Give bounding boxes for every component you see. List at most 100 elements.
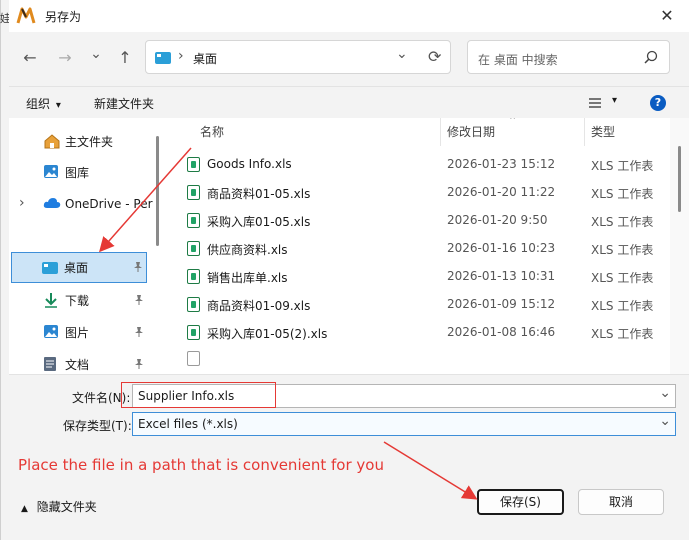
file-name: 采购入库01-05.xls [207,215,311,229]
sidebar-item-downloads[interactable]: 下载 [9,285,159,315]
file-date: 2026-01-09 15:12 [447,297,556,311]
view-menu-icon[interactable] [589,97,601,111]
table-row[interactable]: Goods Info.xls 2026-01-23 15:12 XLS 工作表 [164,150,670,178]
hide-folders-label: 隐藏文件夹 [36,500,97,514]
address-dropdown-icon[interactable]: ⌄ [396,46,408,62]
table-row[interactable]: 采购入库01-05.xls 2026-01-20 9:50 XLS 工作表 [164,206,670,234]
annotation-text: Place the file in a path that is conveni… [18,456,384,474]
excel-file-icon [187,213,200,228]
sidebar-item-label: 图片 [65,325,90,340]
refresh-icon[interactable]: ⟳ [428,47,441,66]
excel-file-icon [187,297,200,312]
documents-icon [43,356,61,372]
sidebar-item-documents[interactable]: 文档 [9,349,159,374]
file-date: 2026-01-08 16:46 [447,325,556,339]
column-divider [440,118,441,146]
file-date: 2026-01-13 10:31 [447,269,556,283]
file-type: XLS 工作表 [591,215,654,229]
new-folder-button[interactable]: 新建文件夹 [94,95,154,112]
sidebar-item-label: OneDrive - Per [65,197,153,211]
search-input[interactable]: 在 桌面 中搜索 [478,51,558,68]
table-row[interactable]: 销售出库单.xls 2026-01-13 10:31 XLS 工作表 [164,262,670,290]
organize-label: 组织 [26,97,51,111]
search-icon[interactable] [644,50,658,67]
gallery-icon [43,164,61,180]
sidebar-item-gallery[interactable]: 图库 [9,157,159,187]
filetype-value: Excel files (*.xls) [138,417,238,431]
breadcrumb-current[interactable]: 桌面 [193,50,217,67]
navigation-pane: 主文件夹 图库 › OneDrive - Per 桌面 下载 图片 文档 [9,118,164,374]
file-type: XLS 工作表 [591,299,654,313]
sidebar-item-home[interactable]: 主文件夹 [9,126,159,156]
sidebar-item-label: 主文件夹 [65,134,114,149]
address-bar[interactable]: › 桌面 ⌄ ⟳ [145,40,451,74]
file-icon [187,351,200,366]
filetype-label: 保存类型(T): [63,419,132,433]
file-name: 商品资料01-09.xls [207,299,311,313]
file-type: XLS 工作表 [591,243,654,257]
excel-file-icon [187,185,200,200]
sidebar-scrollbar[interactable] [156,136,159,246]
recent-locations-dropdown-icon[interactable]: ⌄ [84,42,108,66]
column-header-date[interactable]: 修改日期 [447,118,495,146]
expand-chevron-icon[interactable]: › [19,195,25,211]
filetype-select[interactable]: Excel files (*.xls) ⌄ [132,412,676,436]
file-type: XLS 工作表 [591,327,654,341]
download-icon [43,292,61,308]
desktop-icon [42,260,60,276]
chevron-up-icon: ▲ [21,504,28,514]
filetype-dropdown-icon[interactable]: ⌄ [659,410,671,432]
sidebar-item-label: 文档 [65,357,90,372]
scrollbar-thumb[interactable] [678,146,681,212]
pin-icon [134,358,144,373]
table-row[interactable]: 供应商资料.xls 2026-01-16 10:23 XLS 工作表 [164,234,670,262]
hide-folders-toggle[interactable]: ▲ 隐藏文件夹 [21,498,97,515]
help-icon[interactable]: ? [650,95,666,111]
column-header-name[interactable]: 名称 [200,118,224,146]
file-type: XLS 工作表 [591,159,654,173]
excel-file-icon [187,269,200,284]
file-date: 2026-01-23 15:12 [447,157,556,171]
excel-file-icon [187,241,200,256]
up-icon[interactable]: ↑ [113,46,137,70]
pin-icon [134,294,144,309]
breadcrumb-chevron-icon: › [178,48,184,64]
sidebar-item-label: 图库 [65,165,90,180]
sidebar-item-onedrive[interactable]: › OneDrive - Per [9,189,159,219]
close-icon[interactable]: ✕ [656,6,678,26]
sidebar-item-desktop[interactable]: 桌面 [11,252,147,283]
pin-icon [133,261,143,276]
file-name: 采购入库01-05(2).xls [207,327,328,341]
file-name: 供应商资料.xls [207,243,288,257]
file-list: 名称 ⌃ 修改日期 类型 Goods Info.xls 2026-01-23 1… [164,118,670,374]
save-button[interactable]: 保存(S) [477,489,564,515]
chevron-down-icon: ▾ [55,100,61,111]
app-logo-icon [16,7,36,28]
table-row-partial[interactable] [164,346,670,374]
excel-file-icon [187,325,200,340]
column-header-type[interactable]: 类型 [591,118,615,146]
sidebar-item-pictures[interactable]: 图片 [9,317,159,347]
back-icon[interactable]: ← [18,46,42,70]
file-type: XLS 工作表 [591,187,654,201]
search-box[interactable]: 在 桌面 中搜索 [467,40,670,74]
column-divider [584,118,585,146]
table-row[interactable]: 商品资料01-09.xls 2026-01-09 15:12 XLS 工作表 [164,290,670,318]
file-list-scrollbar[interactable] [670,118,689,374]
organize-menu-button[interactable]: 组织 ▾ [26,95,61,112]
filename-dropdown-icon[interactable]: ⌄ [659,382,671,404]
window-title: 另存为 [45,10,82,24]
sort-indicator-icon: ⌃ [508,118,518,127]
cancel-button[interactable]: 取消 [578,489,664,515]
forward-icon[interactable]: → [53,46,77,70]
command-bar: 组织 ▾ 新建文件夹 ▾ ? [9,86,689,118]
table-row[interactable]: 商品资料01-05.xls 2026-01-20 11:22 XLS 工作表 [164,178,670,206]
title-bar: 另存为 ✕ [9,0,689,32]
file-name: Goods Info.xls [207,157,292,171]
desktop-icon [155,52,171,64]
annotation-highlight-box [121,382,276,408]
table-row[interactable]: 采购入库01-05(2).xls 2026-01-08 16:46 XLS 工作… [164,318,670,346]
excel-file-icon [187,157,200,172]
file-name: 销售出库单.xls [207,271,288,285]
view-dropdown-icon[interactable]: ▾ [612,95,617,106]
